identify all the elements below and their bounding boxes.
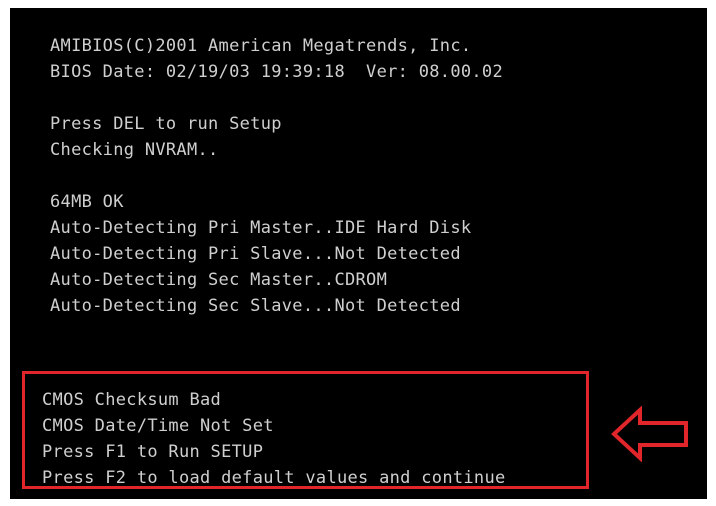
left-arrow-icon — [611, 406, 688, 462]
sec-slave-detect-line: Auto-Detecting Sec Slave...Not Detected — [50, 296, 461, 316]
bios-vendor-line: AMIBIOS(C)2001 American Megatrends, Inc. — [50, 36, 472, 56]
sec-master-detect-line: Auto-Detecting Sec Master..CDROM — [50, 270, 388, 290]
bios-date-line: BIOS Date: 02/19/03 19:39:18 Ver: 08.00.… — [50, 62, 503, 82]
error-highlight-box — [22, 371, 589, 489]
pri-master-detect-line: Auto-Detecting Pri Master..IDE Hard Disk — [50, 218, 472, 238]
pri-slave-detect-line: Auto-Detecting Pri Slave...Not Detected — [50, 244, 461, 264]
memory-check-line: 64MB OK — [50, 192, 124, 212]
nvram-check-line: Checking NVRAM.. — [50, 140, 219, 160]
setup-prompt-line: Press DEL to run Setup — [50, 114, 282, 134]
